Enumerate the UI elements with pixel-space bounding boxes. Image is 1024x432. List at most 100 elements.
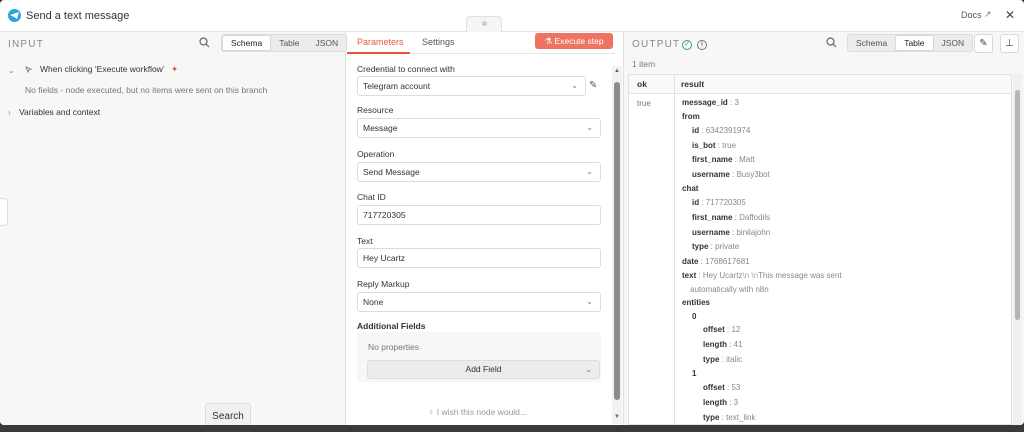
output-item-count: 1 item [632, 59, 656, 69]
result-from-first-name: first_name : Matt [692, 155, 755, 164]
chat-id-input[interactable]: 717720305 [357, 205, 601, 225]
chevron-down-icon: ⌄ [585, 365, 592, 374]
search-icon[interactable] [199, 37, 210, 51]
result-chat-first-name: first_name : Daffodils [692, 213, 771, 222]
result-message-id: message_id : 3 [682, 98, 739, 107]
input-view-schema[interactable]: Schema [222, 35, 272, 51]
chevron-down-icon[interactable]: ⌄ [8, 66, 15, 75]
result-from-username: username : Busy3bot [692, 170, 770, 179]
search-tooltip: Search [205, 403, 251, 425]
credential-label: Credential to connect with [357, 64, 455, 74]
result-entities: entities [682, 298, 711, 307]
docs-link[interactable]: Docs [961, 10, 982, 20]
reply-markup-value: None [363, 297, 384, 307]
pin-icon: ⊥ [1005, 38, 1014, 49]
input-view-switcher: Schema Table JSON [221, 34, 348, 52]
result-date: date : 1768617681 [682, 257, 750, 266]
tab-settings[interactable]: Settings [422, 37, 455, 47]
output-view-table[interactable]: Table [895, 35, 934, 51]
modal-header: Send a text message Docs ↗ ✕ [0, 0, 1024, 32]
active-tab-indicator [347, 52, 410, 54]
result-text-continued: automatically with n8n [690, 285, 769, 294]
edit-output-button[interactable]: ✎ [974, 34, 993, 53]
text-label: Text [357, 236, 373, 246]
chevron-down-icon: ⌄ [571, 81, 578, 90]
telegram-icon [8, 9, 21, 22]
result-from: from [682, 112, 700, 121]
output-view-json[interactable]: JSON [934, 35, 973, 51]
output-view-schema[interactable]: Schema [848, 35, 895, 51]
column-divider [674, 75, 675, 424]
chevron-right-icon[interactable]: › [8, 108, 11, 117]
chat-id-label: Chat ID [357, 192, 386, 202]
output-scroll-thumb[interactable] [1015, 90, 1020, 320]
additional-fields-label: Additional Fields [357, 321, 426, 331]
parameters-scroll-thumb[interactable] [614, 82, 620, 400]
input-panel-title: INPUT [8, 39, 44, 50]
ok-cell: true [637, 99, 651, 108]
result-entity-0: 0 [692, 312, 697, 321]
collapse-tab[interactable] [0, 198, 8, 226]
result-e1-offset: offset : 53 [703, 383, 741, 392]
scroll-up-icon[interactable]: ▲ [614, 68, 620, 74]
lightbulb-icon: ♀ [428, 407, 437, 417]
add-field-button[interactable]: Add Field ⌄ [367, 360, 600, 379]
result-text: text : Hey Ucartz\n \nThis message was s… [682, 271, 842, 280]
search-icon[interactable] [826, 37, 837, 51]
scroll-down-icon[interactable]: ▼ [614, 414, 620, 420]
success-check-icon: ✓ [682, 40, 692, 50]
external-link-icon[interactable]: ↗ [984, 9, 992, 20]
output-view-switcher: Schema Table JSON [847, 34, 974, 52]
result-e1-type: type : text_link [703, 413, 756, 422]
result-e0-length: length : 41 [703, 340, 743, 349]
canvas-bottom-strip [0, 425, 1024, 432]
pencil-icon: ✎ [979, 38, 988, 49]
result-chat-id: id : 717720305 [692, 198, 746, 207]
credential-value: Telegram account [363, 81, 431, 91]
drag-handle[interactable] [466, 16, 502, 32]
operation-label: Operation [357, 149, 395, 159]
cursor-click-icon [24, 65, 33, 76]
output-table: ok result true [628, 74, 1012, 425]
drag-dot-icon [482, 21, 487, 26]
trigger-node-label[interactable]: When clicking ‘Execute workflow’ [40, 64, 165, 74]
flask-icon: ⚗ [544, 36, 555, 46]
chevron-down-icon: ⌄ [586, 297, 593, 306]
reply-markup-label: Reply Markup [357, 279, 410, 289]
result-e0-type: type : italic [703, 355, 743, 364]
info-icon[interactable]: i [697, 40, 707, 50]
empty-input-message: No fields - node executed, but no items … [25, 85, 268, 95]
credential-select[interactable]: Telegram account ⌄ [357, 76, 586, 96]
chevron-down-icon: ⌄ [586, 123, 593, 132]
input-view-json[interactable]: JSON [308, 35, 347, 51]
feedback-link[interactable]: ♀ I wish this node would... [428, 407, 527, 417]
input-view-table[interactable]: Table [271, 35, 307, 51]
sparkle-icon: ✦ [171, 64, 179, 74]
result-e1-length: length : 3 [703, 398, 739, 407]
tab-parameters[interactable]: Parameters [357, 37, 404, 47]
column-header-ok: ok [629, 75, 674, 94]
output-panel-title: OUTPUT [632, 39, 681, 50]
result-chat-type: type : private [692, 242, 740, 251]
result-chat-username: username : binilajohn [692, 228, 771, 237]
node-title[interactable]: Send a text message [26, 10, 129, 22]
variables-context-toggle[interactable]: Variables and context [19, 107, 100, 117]
feedback-label: I wish this node would... [436, 407, 527, 417]
operation-value: Send Message [363, 167, 420, 177]
execute-step-button[interactable]: ⚗ Execute step [535, 33, 613, 49]
result-chat: chat [682, 184, 699, 193]
close-button[interactable]: ✕ [1005, 8, 1015, 22]
result-is-bot: is_bot : true [692, 141, 737, 150]
reply-markup-select[interactable]: None ⌄ [357, 292, 601, 312]
column-header-result: result [674, 75, 1011, 94]
text-input[interactable]: Hey Ucartz [357, 248, 601, 268]
result-from-id: id : 6342391974 [692, 126, 751, 135]
pin-data-button[interactable]: ⊥ [1000, 34, 1019, 53]
edit-credential-icon[interactable]: ✎ [589, 80, 597, 91]
chevron-down-icon: ⌄ [586, 167, 593, 176]
add-field-label: Add Field [465, 364, 502, 374]
operation-select[interactable]: Send Message ⌄ [357, 162, 601, 182]
resource-label: Resource [357, 105, 394, 115]
resource-select[interactable]: Message ⌄ [357, 118, 601, 138]
resource-value: Message [363, 123, 398, 133]
